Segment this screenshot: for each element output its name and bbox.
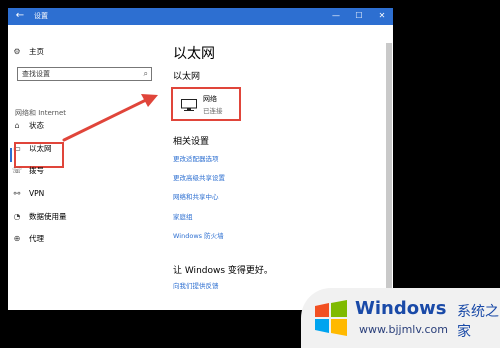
link-network-sharing-center[interactable]: 网络和共享中心	[173, 192, 219, 202]
sidebar-item-data-usage[interactable]: ◔ 数据使用量	[11, 209, 67, 225]
link-change-adapter-options[interactable]: 更改适配器选项	[173, 154, 219, 164]
link-feedback[interactable]: 向我们提供反馈	[173, 281, 219, 291]
back-arrow-icon[interactable]: ←	[13, 9, 27, 23]
network-status: 已连接	[203, 107, 223, 115]
sidebar-item-label: 代理	[29, 234, 44, 243]
proxy-icon: ⊕	[13, 234, 21, 243]
page-subtitle: 以太网	[173, 72, 201, 82]
sidebar-item-vpn[interactable]: ⚯ VPN	[11, 186, 45, 202]
dialup-icon: ☏	[11, 166, 22, 175]
sidebar-home-label: 主页	[29, 47, 44, 56]
link-windows-firewall[interactable]: Windows 防火墙	[173, 231, 224, 241]
windows-logo-icon	[315, 300, 347, 336]
sidebar-item-label: 状态	[29, 121, 44, 130]
search-icon: ⌕	[143, 69, 148, 78]
sidebar: ⚙ 主页 查找设置 ⌕ 网络和 Internet ⌂ 状态 ▭ 以太网 ☏ 拨号 ⚯ VP…	[8, 25, 158, 310]
related-settings-heading: 相关设置	[173, 137, 210, 147]
scrollbar[interactable]	[386, 43, 392, 305]
watermark-brand: Windows	[355, 298, 447, 319]
watermark-url: www.bjjmlv.com	[359, 323, 448, 336]
maximize-button[interactable]: ☐	[350, 9, 368, 23]
sidebar-item-proxy[interactable]: ⊕ 代理	[11, 231, 44, 247]
close-button[interactable]: ✕	[373, 9, 391, 23]
settings-window: ← 设置 — ☐ ✕ ⚙ 主页 查找设置 ⌕ 网络和 Internet ⌂ 状态 ▭…	[8, 8, 393, 310]
gear-icon: ⚙	[13, 47, 21, 56]
minimize-button[interactable]: —	[327, 9, 345, 23]
improve-windows-heading: 让 Windows 变得更好。	[173, 266, 273, 276]
link-advanced-sharing[interactable]: 更改高级共享设置	[173, 173, 225, 183]
network-monitor-icon	[181, 99, 197, 111]
sidebar-item-dialup[interactable]: ☏ 拨号	[11, 163, 44, 179]
window-title: 设置	[34, 12, 48, 20]
sidebar-item-home[interactable]: ⚙ 主页	[11, 44, 44, 60]
status-icon: ⌂	[14, 121, 20, 130]
sidebar-item-status[interactable]: ⌂ 状态	[11, 118, 44, 134]
sidebar-item-label: 拨号	[29, 166, 44, 175]
sidebar-item-label: VPN	[29, 189, 45, 198]
vpn-icon: ⚯	[13, 189, 21, 198]
site-watermark: Windows 系统之家 www.bjjmlv.com	[301, 288, 500, 348]
network-connection-tile[interactable]: 网络 已连接	[171, 87, 241, 121]
watermark-tagline: 系统之家	[457, 304, 499, 340]
search-input[interactable]: 查找设置 ⌕	[17, 67, 152, 81]
network-name: 网络	[203, 95, 217, 103]
main-content: 以太网 以太网 网络 已连接 相关设置 更改适配器选项 更改高级共享设置 网络和…	[158, 25, 393, 310]
link-homegroup[interactable]: 家庭组	[173, 212, 193, 222]
page-title: 以太网	[173, 46, 215, 62]
sidebar-item-label: 数据使用量	[29, 212, 67, 221]
search-placeholder: 查找设置	[22, 70, 50, 78]
title-bar: ← 设置 — ☐ ✕	[8, 8, 393, 25]
data-usage-icon: ◔	[13, 212, 21, 221]
